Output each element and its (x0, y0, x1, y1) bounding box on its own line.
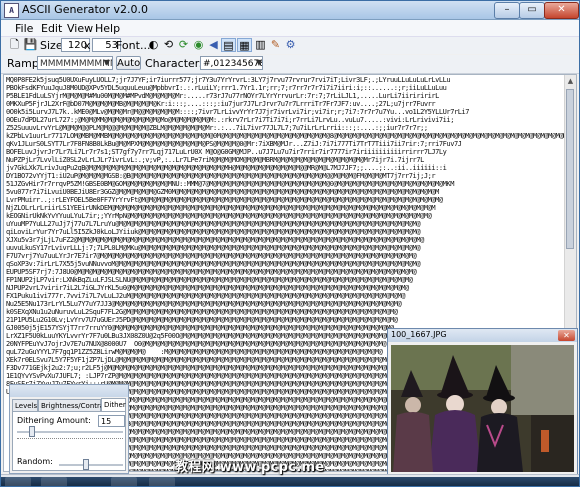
preview-window: 100_1667.JPG ✕ (387, 328, 578, 475)
preview-titlebar[interactable]: 100_1667.JPG (388, 329, 577, 342)
ramp-row: Ramp: MMMMMMMMMM@@@ ▼ Auto Characters: #… (1, 55, 579, 74)
settings-icon[interactable]: ⚙ (283, 38, 298, 52)
taskbar-browser-icon[interactable] (111, 477, 137, 486)
new-icon[interactable]: 🗋 (7, 38, 22, 52)
app-window: A ASCII Generator v2.0.0 – ▭ ✕ File Edit… (0, 0, 580, 487)
text-mode-icon[interactable]: ▤ (221, 38, 236, 52)
palette-icon[interactable]: ✎ (268, 38, 283, 52)
preview-photo (391, 345, 574, 472)
dithering-amount-input[interactable]: 15 (98, 415, 125, 427)
window-title: ASCII Generator v2.0.0 (22, 3, 149, 16)
settings-panel: Levels Brightness/Contrast Dither Dither… (9, 384, 129, 474)
zoom-in-icon[interactable]: ◉ (191, 38, 206, 52)
menu-edit[interactable]: Edit (41, 22, 62, 35)
taskbar (1, 477, 579, 486)
close-button[interactable]: ✕ (544, 2, 579, 19)
taskbar-explorer-icon[interactable] (149, 477, 175, 486)
refresh-icon[interactable]: ⟳ (176, 38, 191, 52)
random-slider[interactable] (83, 459, 89, 470)
dithering-amount-label: Dithering Amount: (17, 416, 91, 425)
rotate-icon[interactable]: ⟲ (161, 38, 176, 52)
preview-icon[interactable]: ▥ (253, 38, 268, 52)
brush-icon[interactable]: ◐ (146, 38, 161, 52)
dithering-slider-ticks (17, 438, 123, 442)
title-bar[interactable]: A ASCII Generator v2.0.0 – ▭ ✕ (1, 1, 579, 20)
maximize-button[interactable]: ▭ (519, 2, 545, 19)
menu-view[interactable]: View (67, 22, 93, 35)
settings-panel-titlebar[interactable] (10, 385, 128, 397)
random-slider-track (59, 464, 123, 466)
image-mode-icon[interactable]: ▦ (237, 38, 252, 52)
preview-close-icon[interactable]: ✕ (558, 330, 575, 341)
tab-brightness-contrast[interactable]: Brightness/Contrast (38, 399, 111, 411)
dithering-slider[interactable] (29, 426, 35, 437)
flip-icon[interactable]: ◀ (206, 38, 221, 52)
toolbar: 🗋 💾 Size: 120 x 53 Font... ◐ ⟲ ⟳ ◉ ◀ ▤ ▦… (1, 37, 579, 54)
auto-button[interactable]: Auto (116, 56, 141, 70)
tab-dither[interactable]: Dither (101, 398, 126, 411)
menu-help[interactable]: Help (95, 22, 120, 35)
menu-bar: File Edit View Help (1, 20, 579, 37)
start-button-icon[interactable] (5, 477, 31, 486)
scroll-up-icon[interactable]: ▲ (565, 75, 576, 87)
preview-photo-illustration (391, 345, 574, 472)
random-label: Random: (17, 457, 53, 466)
minimize-button[interactable]: – (494, 2, 520, 19)
characters-dropdown-icon[interactable]: ▼ (253, 56, 265, 70)
menu-file[interactable]: File (15, 22, 33, 35)
watermark: 教程网 www.pcpc.me (175, 460, 325, 475)
save-icon[interactable]: 💾 (23, 38, 38, 52)
size-x-label: x (84, 39, 91, 52)
scroll-thumb[interactable] (566, 89, 574, 249)
taskbar-app-icon[interactable] (41, 477, 67, 486)
preview-title: 100_1667.JPG (391, 330, 447, 339)
ramp-dropdown-icon[interactable]: ▼ (101, 56, 113, 70)
dither-pane: Dithering Amount: 15 Random: (12, 411, 126, 471)
tab-levels[interactable]: Levels (12, 399, 38, 411)
app-icon: A (4, 3, 19, 18)
